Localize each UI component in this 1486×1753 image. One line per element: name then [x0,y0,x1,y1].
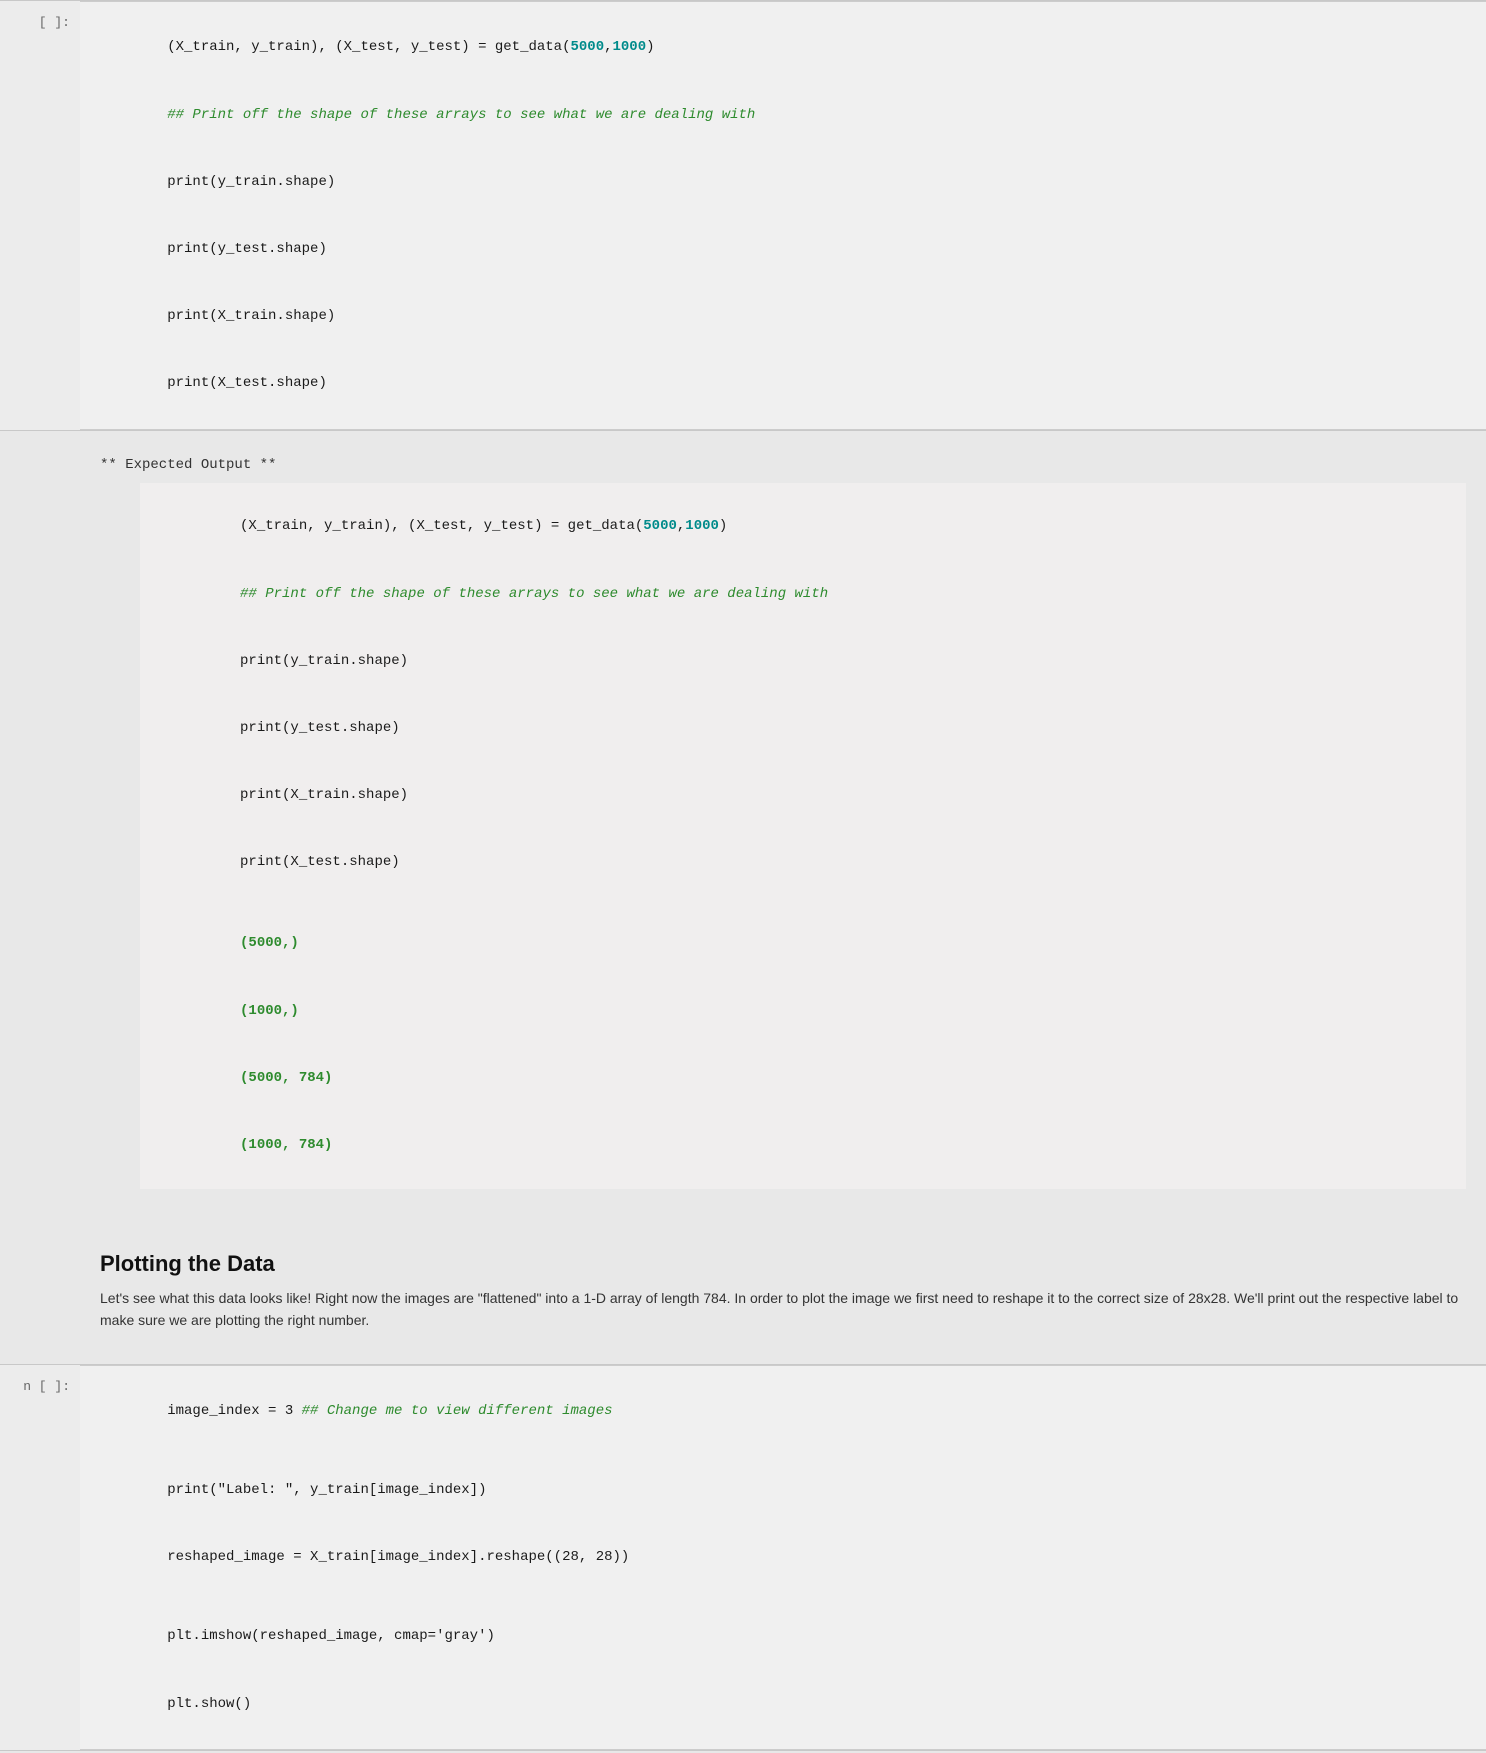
code-comment: ## Print off the shape of these arrays t… [240,586,828,602]
code-text: plt.imshow(reshaped_image, cmap= [167,1628,436,1644]
gutter-label-2: n [ ]: [23,1379,70,1394]
gutter-label-1: [ ]: [39,15,70,30]
code-comment: ## Change me to view different images [302,1403,613,1419]
output-text: (1000,) [240,1003,299,1019]
code-text: image_index = 3 [167,1403,301,1419]
code-line-2-2: print("Label: ", y_train[image_index]) [100,1457,1466,1524]
code-number: 5000 [643,518,677,534]
expected-output-1: (5000,) [156,910,1450,977]
code-line-2-1: image_index = 3 ## Change me to view dif… [100,1378,1466,1445]
code-text: print(X_train.shape) [240,787,408,803]
code-text: print(y_test.shape) [240,720,400,736]
section-heading: Plotting the Data [100,1251,1466,1277]
code-cell-1: [ ]: (X_train, y_train), (X_test, y_test… [0,0,1486,431]
expected-line-1: (X_train, y_train), (X_test, y_test) = g… [156,493,1450,560]
cell-gutter-section [0,1197,80,1364]
output-text: (1000, 784) [240,1137,332,1153]
spacer [100,1591,1466,1603]
expected-line-3: print(y_train.shape) [156,627,1450,694]
expected-line-4: print(y_test.shape) [156,695,1450,762]
code-text: ) [486,1628,494,1644]
expected-output-3: (5000, 784) [156,1044,1450,1111]
expected-output-4: (1000, 784) [156,1112,1450,1179]
output-text: (5000,) [240,935,299,951]
section-content: Plotting the Data Let's see what this da… [80,1197,1486,1364]
code-text: (X_train, y_train), (X_test, y_test) = g… [167,39,570,55]
code-string: 'gray' [436,1628,486,1644]
code-number: 1000 [685,518,719,534]
code-text: reshaped_image = X_train[image_index].re… [167,1549,629,1565]
code-number: 5000 [570,39,604,55]
code-text: print(X_train.shape) [167,308,335,324]
cell-gutter-1: [ ]: [0,1,80,430]
code-text: (X_train, y_train), (X_test, y_test) = g… [240,518,643,534]
expected-line-5: print(X_train.shape) [156,762,1450,829]
code-text: print(y_train.shape) [240,653,408,669]
code-text: print(X_test.shape) [240,854,400,870]
code-line-1-6: print(X_test.shape) [100,350,1466,417]
code-line-1-2: ## Print off the shape of these arrays t… [100,81,1466,148]
notebook-container: [ ]: (X_train, y_train), (X_test, y_test… [0,0,1486,1751]
expected-line-2: ## Print off the shape of these arrays t… [156,560,1450,627]
code-number: 1000 [613,39,647,55]
code-line-1-5: print(X_train.shape) [100,283,1466,350]
expected-output-2: (1000,) [156,977,1450,1044]
code-text: ) [646,39,654,55]
cell-gutter-expected [0,433,80,1197]
expected-output-block: (X_train, y_train), (X_test, y_test) = g… [140,483,1466,1189]
code-line-1-3: print(y_train.shape) [100,148,1466,215]
code-text: print("Label: ", y_train[image_index]) [167,1482,486,1498]
expected-line-6: print(X_test.shape) [156,829,1450,896]
expected-output-label: ** Expected Output ** [100,457,1466,473]
code-line-1-4: print(y_test.shape) [100,216,1466,283]
code-text: print(y_test.shape) [167,241,327,257]
expected-output-content: ** Expected Output ** (X_train, y_train)… [80,433,1486,1197]
cell-gutter-2: n [ ]: [0,1365,80,1751]
code-text: plt.show() [167,1696,251,1712]
section-plotting: Plotting the Data Let's see what this da… [0,1197,1486,1364]
code-comment: ## Print off the shape of these arrays t… [167,107,755,123]
spacer [100,1445,1466,1457]
code-line-2-3: reshaped_image = X_train[image_index].re… [100,1524,1466,1591]
code-text: print(y_train.shape) [167,174,335,190]
code-text: print(X_test.shape) [167,375,327,391]
code-cell-2: n [ ]: image_index = 3 ## Change me to v… [0,1364,1486,1752]
code-line-2-4: plt.imshow(reshaped_image, cmap='gray') [100,1603,1466,1670]
code-text: , [604,39,612,55]
code-line-1-1: (X_train, y_train), (X_test, y_test) = g… [100,14,1466,81]
code-text: ) [719,518,727,534]
code-line-2-5: plt.show() [100,1670,1466,1737]
section-description: Let's see what this data looks like! Rig… [100,1287,1466,1332]
spacer [156,896,1450,910]
expected-output-cell: ** Expected Output ** (X_train, y_train)… [0,433,1486,1197]
cell-content-2[interactable]: image_index = 3 ## Change me to view dif… [80,1365,1486,1751]
output-text: (5000, 784) [240,1070,332,1086]
cell-content-1[interactable]: (X_train, y_train), (X_test, y_test) = g… [80,1,1486,430]
